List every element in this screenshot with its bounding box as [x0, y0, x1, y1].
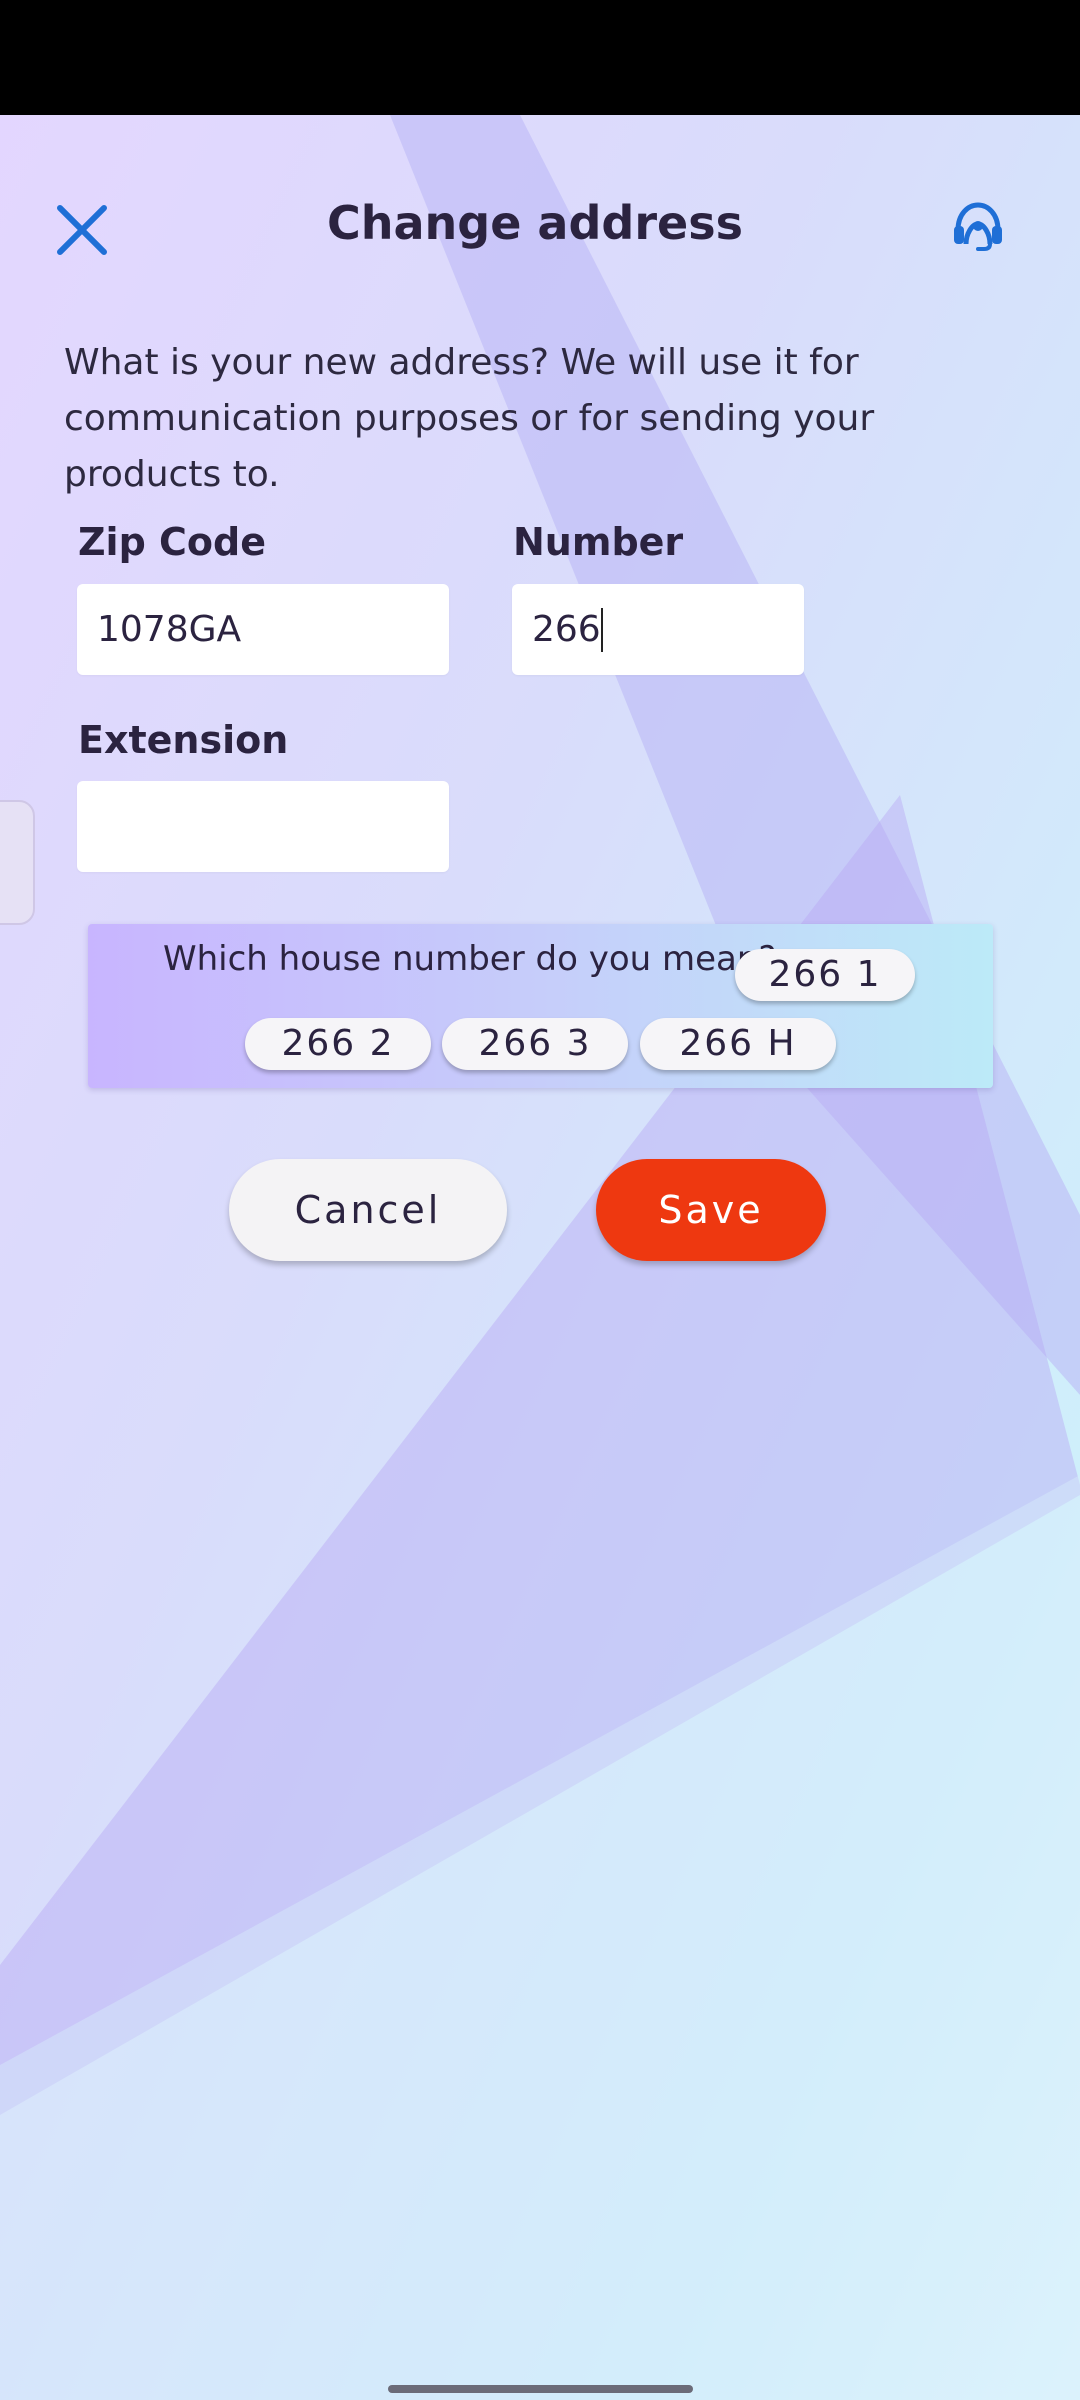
suggestion-question: Which house number do you mean? [163, 939, 777, 979]
save-button[interactable]: Save [596, 1159, 826, 1261]
suggestion-chip[interactable]: 266 3 [442, 1018, 628, 1070]
suggestion-chip[interactable]: 266 H [640, 1018, 836, 1070]
extension-label: Extension [78, 718, 289, 762]
house-number-suggestions: Which house number do you mean? 266 1 26… [88, 924, 993, 1088]
extension-input[interactable] [77, 781, 449, 872]
number-input[interactable] [512, 584, 804, 675]
cancel-button[interactable]: Cancel [229, 1159, 507, 1261]
number-label: Number [513, 520, 684, 564]
zip-code-label: Zip Code [78, 520, 266, 564]
intro-text: What is your new address? We will use it… [64, 342, 875, 495]
page-title: Change address [327, 196, 743, 250]
home-indicator[interactable] [388, 2385, 693, 2393]
status-bar [0, 0, 1080, 115]
suggestion-chip[interactable]: 266 1 [735, 949, 915, 1001]
zip-code-input[interactable] [77, 584, 449, 675]
text-cursor [601, 608, 603, 652]
suggestion-chip[interactable]: 266 2 [245, 1018, 431, 1070]
support-button[interactable] [950, 200, 1016, 260]
side-drawer-handle[interactable] [0, 800, 35, 925]
headset-support-icon [954, 202, 1002, 251]
